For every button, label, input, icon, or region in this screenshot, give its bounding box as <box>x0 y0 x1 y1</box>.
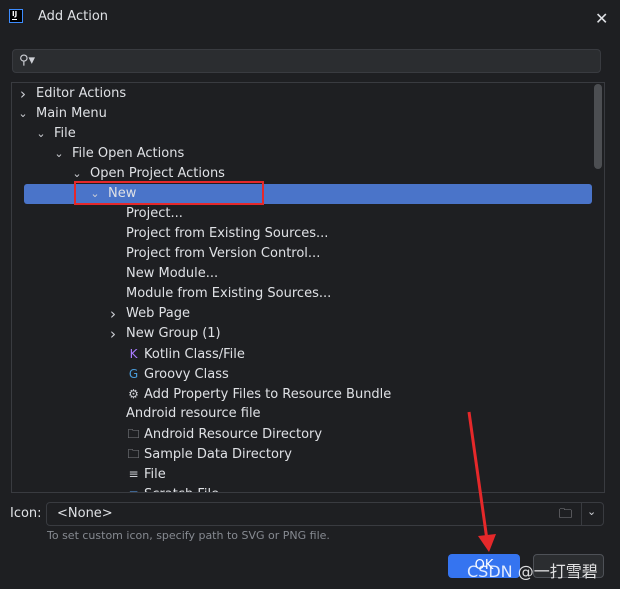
tree-item[interactable]: › Web Page <box>12 304 592 324</box>
tree-item-label: Project... <box>126 204 183 224</box>
scratch-file-icon: ≡ <box>126 484 141 492</box>
tree-item-text: File Open Actions <box>72 146 185 161</box>
kotlin-icon: K <box>129 347 138 361</box>
scrollbar[interactable] <box>594 84 602 169</box>
icon-hint: To set custom icon, specify path to SVG … <box>47 529 330 542</box>
folder-icon[interactable]: 🗀 <box>559 505 572 527</box>
action-tree[interactable]: › Editor Actions ⌄ Main Menu ⌄ File ⌄ File Open… <box>11 82 605 493</box>
tree-item-text: Project from Version Control... <box>126 246 321 261</box>
tree-item[interactable]: K Kotlin Class/File <box>12 344 592 364</box>
tree-item-label: New Group (1) <box>126 324 221 344</box>
ok-button[interactable]: OK <box>448 554 520 578</box>
tree-item-text: Open Project Actions <box>90 166 225 181</box>
folder-icon: 🗀 <box>127 447 140 461</box>
tree-item-text: Project... <box>126 206 183 221</box>
tree-item-label: File Open Actions <box>72 144 184 164</box>
tree-item[interactable]: Project from Existing Sources... <box>12 224 592 244</box>
tree-item-label: Project from Existing Sources... <box>126 224 328 244</box>
tree-item-text: Android resource file <box>126 406 261 421</box>
tree-item[interactable]: Project from Version Control... <box>12 244 592 264</box>
tree-item-text: New Module... <box>126 266 219 281</box>
tree-item-text: Android Resource Directory <box>144 427 323 442</box>
tree-item-text: Web Page <box>126 306 190 321</box>
search-icon: ⚲▾ <box>19 53 36 68</box>
tree-item-text: Kotlin Class/File <box>144 347 245 362</box>
tree-item-label: File <box>54 124 76 144</box>
tree-item-text: Sample Data Directory <box>144 447 292 462</box>
chevron-down-icon[interactable]: ⌄ <box>53 144 65 164</box>
gear-icon: ⚙ <box>128 387 139 401</box>
divider <box>581 503 582 525</box>
cancel-button[interactable] <box>533 554 604 578</box>
tree-item-label: Android resource file <box>126 404 261 424</box>
icon-path-value: <None> <box>57 506 113 521</box>
tree-item-label: ≡ File <box>126 464 166 485</box>
tree-item[interactable]: G Groovy Class <box>12 364 592 384</box>
tree-item[interactable]: ⌄ File Open Actions <box>12 144 592 164</box>
tree-item-label: ⚙ Add Property Files to Resource Bundle <box>126 384 391 405</box>
tree-item-label: 🗀 Android Resource Directory <box>126 424 322 445</box>
tree-item[interactable]: New Module... <box>12 264 592 284</box>
folder-icon: 🗀 <box>127 427 140 441</box>
tree-item-text: Add Property Files to Resource Bundle <box>144 387 392 402</box>
tree-item[interactable]: 🗀 Sample Data Directory <box>12 444 592 464</box>
chevron-right-icon[interactable]: › <box>107 324 119 344</box>
tree-item-text: New Group (1) <box>126 326 221 341</box>
tree-item[interactable]: ⚙ Add Property Files to Resource Bundle <box>12 384 592 404</box>
chevron-right-icon[interactable]: › <box>17 84 29 104</box>
tree-item-text: Scratch File <box>144 487 219 492</box>
dialog-title: Add Action <box>38 9 109 24</box>
tree-item-label: ≡Scratch File <box>126 484 219 492</box>
tree-item[interactable]: › Editor Actions <box>12 84 592 104</box>
tree-item[interactable]: ⌄ Main Menu <box>12 104 592 124</box>
tree-item-text: File <box>144 467 166 482</box>
close-icon[interactable]: ✕ <box>595 9 608 28</box>
annotation-highlight-box <box>74 181 264 205</box>
tree-item-text: Editor Actions <box>36 86 127 101</box>
tree-item[interactable]: ≡ File <box>12 464 592 484</box>
tree-item-text: Project from Existing Sources... <box>126 226 329 241</box>
tree-item-text: Module from Existing Sources... <box>126 286 332 301</box>
chevron-down-icon[interactable]: ⌄ <box>587 505 596 518</box>
chevron-down-icon[interactable]: ⌄ <box>35 124 47 144</box>
tree-item-text: Main Menu <box>36 106 107 121</box>
groovy-icon: G <box>128 367 139 381</box>
icon-path-field[interactable]: <None> 🗀 ⌄ <box>46 502 604 526</box>
tree-item-label: G Groovy Class <box>126 364 229 385</box>
chevron-down-icon[interactable]: ⌄ <box>17 104 29 124</box>
tree-item-text: File <box>54 126 76 141</box>
tree-item-label: New Module... <box>126 264 218 284</box>
tree-item[interactable]: Project... <box>12 204 592 224</box>
tree-item-label: Module from Existing Sources... <box>126 284 331 304</box>
tree-item-label: K Kotlin Class/File <box>126 344 245 365</box>
tree-item[interactable]: › New Group (1) <box>12 324 592 344</box>
tree-item-label: Web Page <box>126 304 190 324</box>
title-bar: IJ Add Action ✕ <box>0 0 620 36</box>
tree-item[interactable]: Module from Existing Sources... <box>12 284 592 304</box>
tree-item-label: Project from Version Control... <box>126 244 320 264</box>
text-file-icon: ≡ <box>128 467 139 481</box>
tree-item-text: Groovy Class <box>144 367 229 382</box>
tree-item-label: Editor Actions <box>36 84 126 104</box>
search-input[interactable] <box>41 52 591 70</box>
tree-item[interactable]: ≡Scratch File <box>12 484 592 492</box>
chevron-right-icon[interactable]: › <box>107 304 119 324</box>
intellij-logo-icon: IJ <box>9 9 23 23</box>
search-field[interactable]: ⚲▾ <box>12 49 601 73</box>
tree-item[interactable]: 🗀 Android Resource Directory <box>12 424 592 444</box>
tree-item[interactable]: Android resource file <box>12 404 592 424</box>
icon-label: Icon: <box>10 506 42 521</box>
tree-item-label: Main Menu <box>36 104 107 124</box>
tree-item[interactable]: ⌄ File <box>12 124 592 144</box>
tree-item-label: 🗀 Sample Data Directory <box>126 444 292 465</box>
